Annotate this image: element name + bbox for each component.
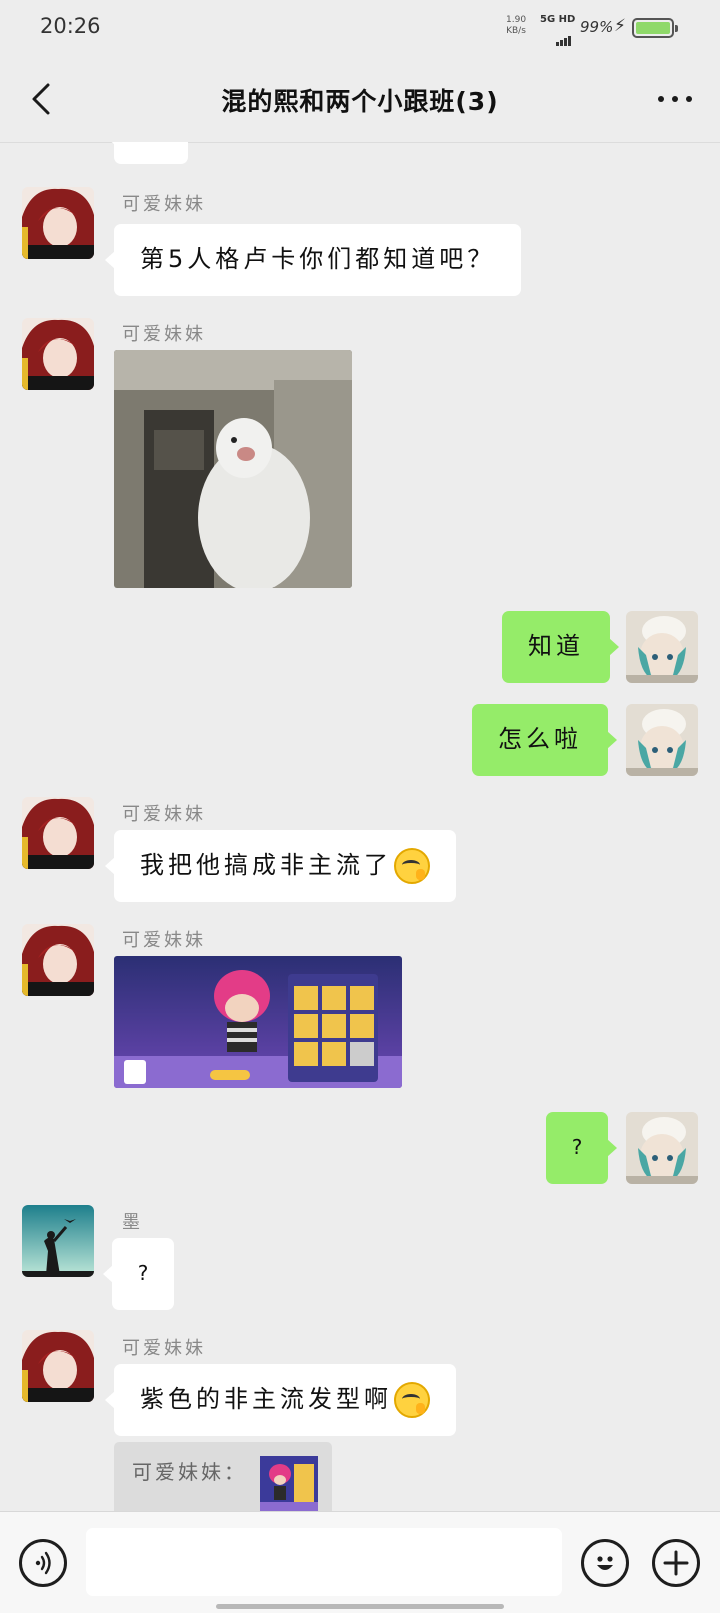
sender-name: 墨	[122, 1212, 143, 1233]
status-bar: 20:26 1.90 KB/s 5G HD 99% ⚡	[0, 0, 720, 56]
charging-icon: ⚡	[614, 16, 626, 36]
sender-name: 可爱妹妹	[122, 930, 206, 951]
status-time: 20:26	[40, 14, 101, 38]
quote-label: 可爱妹妹：	[132, 1460, 247, 1484]
message-bubble[interactable]: 紫色的非主流发型啊	[105, 1364, 456, 1436]
battery-percent: 99%	[580, 18, 614, 36]
message-bubble[interactable]: ?	[103, 1238, 174, 1310]
chevron-left-icon	[32, 83, 50, 115]
message-input[interactable]	[86, 1528, 562, 1596]
network-type: 5G HD	[540, 14, 576, 25]
message-bubble[interactable]: 知道	[502, 611, 619, 683]
message-bubble[interactable]: ?	[546, 1112, 617, 1184]
avatar-self[interactable]	[626, 611, 698, 683]
plus-icon	[663, 1550, 689, 1576]
avatar-red-hair[interactable]	[22, 924, 94, 996]
home-indicator[interactable]	[216, 1604, 504, 1609]
message-text: 紫色的非主流发型啊	[140, 1385, 392, 1413]
message-text: 我把他搞成非主流了	[140, 851, 392, 879]
message-bubble[interactable]: 我把他搞成非主流了	[105, 830, 456, 902]
network-speed-value: 1.90	[506, 15, 527, 25]
network-speed-unit: KB/s	[506, 26, 526, 36]
quoted-message[interactable]: 可爱妹妹：	[114, 1442, 332, 1511]
message-bubble[interactable]: 第5人格卢卡你们都知道吧？	[104, 224, 522, 296]
partial-message-bubble[interactable]	[105, 142, 188, 164]
chat-header: 混的熙和两个小跟班(3)	[0, 56, 720, 143]
voice-icon	[35, 1551, 51, 1575]
back-button[interactable]	[18, 76, 64, 122]
avatar-self[interactable]	[626, 1112, 698, 1184]
avatar-silhouette[interactable]	[22, 1205, 94, 1277]
sender-name: 可爱妹妹	[122, 194, 206, 215]
input-bar	[0, 1511, 720, 1613]
voice-button[interactable]	[19, 1539, 67, 1587]
quote-thumbnail-image	[260, 1456, 318, 1511]
smirk-emoji-icon	[394, 848, 430, 884]
network-speed: 1.90 KB/s	[506, 15, 526, 37]
game-screenshot-image[interactable]	[114, 956, 402, 1088]
more-dots-icon	[658, 96, 692, 102]
plus-button[interactable]	[652, 1539, 700, 1587]
avatar-self[interactable]	[626, 704, 698, 776]
sender-name: 可爱妹妹	[122, 324, 206, 345]
smirk-emoji-icon	[394, 1382, 430, 1418]
message-bubble[interactable]: 怎么啦	[472, 704, 617, 776]
avatar-red-hair[interactable]	[22, 318, 94, 390]
sender-name: 可爱妹妹	[122, 804, 206, 825]
avatar-red-hair[interactable]	[22, 187, 94, 259]
chat-title: 混的熙和两个小跟班(3)	[221, 87, 499, 116]
emoji-icon	[597, 1556, 613, 1570]
avatar-red-hair[interactable]	[22, 1330, 94, 1402]
sender-name: 可爱妹妹	[122, 1338, 206, 1359]
emoji-button[interactable]	[581, 1539, 629, 1587]
bird-gif-image[interactable]	[114, 350, 352, 588]
message-list[interactable]: 可爱妹妹 第5人格卢卡你们都知道吧？ 可爱妹妹 知道 怎么啦 可爱妹妹 我把他搞…	[0, 142, 720, 1511]
signal-icon	[556, 27, 572, 46]
battery-icon	[632, 18, 678, 38]
more-button[interactable]	[650, 76, 700, 122]
avatar-red-hair[interactable]	[22, 797, 94, 869]
